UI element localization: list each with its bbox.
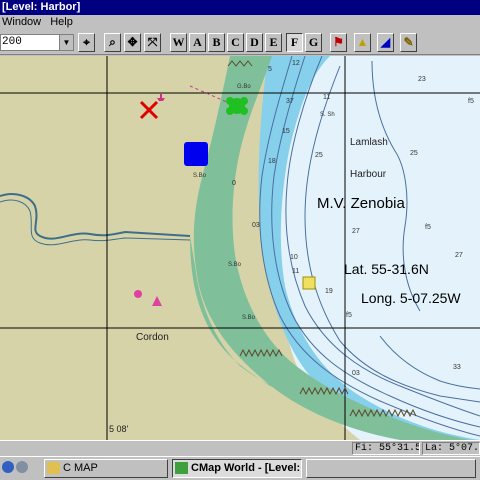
globe-icon bbox=[175, 462, 188, 474]
taskbar-item-cmap[interactable]: C MAP bbox=[44, 459, 168, 478]
sounding: 27 bbox=[455, 252, 463, 259]
green-buoy-icon bbox=[226, 97, 248, 115]
red-x-mark bbox=[139, 100, 159, 120]
folder-icon bbox=[47, 462, 60, 474]
toolbar: 200 ▼ ⌖ ⌕ ✥ ⤧ W A B C D E F G ⚑ ▲ ◢ ✎ bbox=[0, 30, 480, 55]
menu-window[interactable]: Window bbox=[0, 16, 45, 28]
longitude-tick-label: 5 08' bbox=[109, 424, 129, 434]
vessel-name: M.V. Zenobia bbox=[317, 195, 405, 212]
seabed-label: G.Bo bbox=[237, 84, 251, 90]
level-button-f[interactable]: F bbox=[286, 33, 303, 52]
level-button-a[interactable]: A bbox=[189, 33, 206, 52]
yellow-vessel-marker bbox=[302, 276, 316, 290]
seabed-label: S. Sh bbox=[320, 112, 335, 118]
move-button[interactable]: ✥ bbox=[124, 33, 141, 52]
pencil-icon: ✎ bbox=[403, 35, 414, 49]
mark-pin-icon: ▲ bbox=[356, 35, 369, 49]
pink-buoy-icon bbox=[134, 290, 142, 298]
zoom-button[interactable]: ⌕ bbox=[104, 33, 121, 52]
sounding: 33 bbox=[453, 364, 461, 371]
magnifier-icon: ⌕ bbox=[109, 35, 116, 49]
level-button-b[interactable]: B bbox=[208, 33, 225, 52]
chart-style-icon: ◢ bbox=[380, 35, 391, 49]
mark-button[interactable]: ▲ bbox=[354, 33, 371, 52]
vessel-longitude: Long. 5-07.25W bbox=[361, 290, 461, 306]
menu-bar: Window Help bbox=[0, 15, 480, 30]
place-harbour: Harbour bbox=[350, 169, 387, 180]
taskbar: C MAP CMap World - [Level:... bbox=[0, 456, 480, 480]
pink-ship-icon bbox=[157, 94, 165, 101]
scale-combo[interactable]: 200 ▼ bbox=[0, 34, 74, 51]
sounding: 10 bbox=[290, 254, 298, 261]
seabed-label: S.Bo bbox=[242, 315, 256, 321]
sounding: f5 bbox=[425, 224, 431, 231]
seabed-label: S.Bo bbox=[193, 173, 207, 179]
window-title: [Level: Harbor] bbox=[0, 0, 480, 15]
sounding: 25 bbox=[410, 150, 418, 157]
sounding: 11 bbox=[292, 268, 300, 275]
taskbar-item-cmap-world[interactable]: CMap World - [Level:... bbox=[172, 459, 302, 478]
river bbox=[0, 193, 191, 240]
tools-button[interactable]: ✎ bbox=[400, 33, 417, 52]
level-button-d[interactable]: D bbox=[246, 33, 263, 52]
seabed-label: S.Bo bbox=[228, 262, 242, 268]
scale-value: 200 bbox=[2, 36, 22, 48]
status-longitude: La: 5°07.1956 bbox=[422, 442, 480, 455]
chart-style-button[interactable]: ◢ bbox=[377, 33, 394, 52]
route-button[interactable]: ⚑ bbox=[330, 33, 347, 52]
move-arrows-icon: ✥ bbox=[127, 35, 138, 49]
status-latitude: Fi: 55°31.5842N bbox=[352, 442, 420, 455]
sounding: f5 bbox=[468, 98, 474, 105]
sounding: 25 bbox=[315, 152, 323, 159]
chevron-down-icon[interactable]: ▼ bbox=[59, 35, 73, 50]
status-bar: Fi: 55°31.5842N La: 5°07.1956 bbox=[0, 440, 480, 456]
blue-square-mark bbox=[184, 142, 208, 166]
center-target-button[interactable]: ⌖ bbox=[78, 33, 95, 52]
expand-icon: ⤧ bbox=[147, 35, 158, 49]
sounding: 0 bbox=[232, 180, 236, 187]
sounding: 03 bbox=[352, 370, 360, 377]
app-icon[interactable] bbox=[16, 461, 28, 473]
sounding: 12 bbox=[292, 60, 300, 67]
vessel-latitude: Lat. 55-31.6N bbox=[344, 261, 429, 277]
taskbar-item-blank[interactable] bbox=[306, 459, 476, 478]
fit-button[interactable]: ⤧ bbox=[144, 33, 161, 52]
pink-beacon-icon bbox=[152, 296, 162, 306]
sounding: 37 bbox=[286, 98, 294, 105]
level-button-c[interactable]: C bbox=[227, 33, 244, 52]
app-icon[interactable] bbox=[2, 461, 14, 473]
sounding: 27 bbox=[352, 228, 360, 235]
place-lamlash: Lamlash bbox=[350, 137, 388, 148]
level-button-g[interactable]: G bbox=[305, 33, 322, 52]
sounding: 15 bbox=[282, 128, 290, 135]
route-flag-icon: ⚑ bbox=[333, 35, 344, 49]
sounding: 23 bbox=[418, 76, 426, 83]
sounding: 19 bbox=[325, 288, 333, 295]
place-cordon: Cordon bbox=[136, 332, 169, 343]
menu-help[interactable]: Help bbox=[48, 16, 77, 28]
sounding: f5 bbox=[346, 312, 352, 319]
sounding: 5 bbox=[268, 66, 272, 73]
sounding: 18 bbox=[268, 158, 276, 165]
level-button-e[interactable]: E bbox=[265, 33, 282, 52]
sounding: 03 bbox=[252, 222, 260, 229]
level-button-w[interactable]: W bbox=[170, 33, 187, 52]
sounding: 11 bbox=[323, 94, 331, 101]
chart-view[interactable]: Lamlash Harbour Cordon M.V. Zenobia Lat.… bbox=[0, 56, 480, 440]
crosshair-icon: ⌖ bbox=[83, 35, 90, 49]
